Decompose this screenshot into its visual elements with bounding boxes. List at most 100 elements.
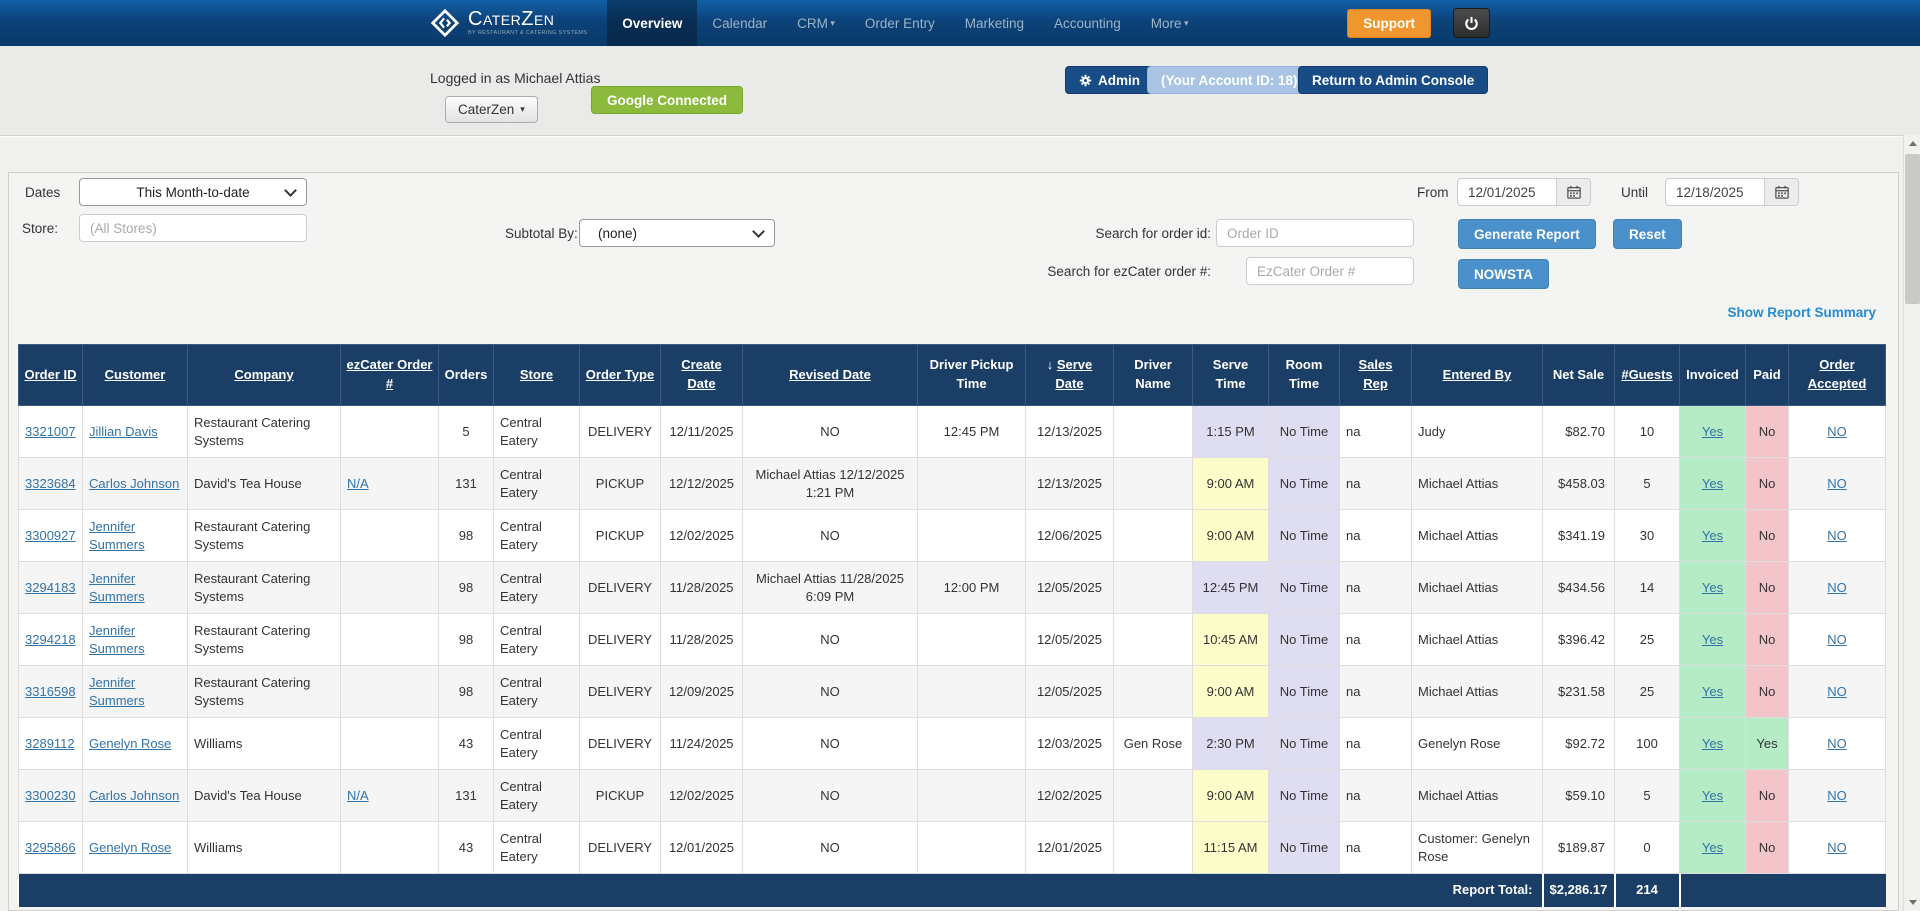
scrollbar-down-button[interactable] <box>1904 894 1920 911</box>
col-guests[interactable]: #Guests <box>1615 345 1680 406</box>
nav-item-crm[interactable]: CRM ▾ <box>782 0 850 46</box>
order-accepted-link[interactable]: NO <box>1827 736 1847 751</box>
nowsta-button[interactable]: NOWSTA <box>1458 259 1549 289</box>
until-calendar-button[interactable] <box>1765 178 1799 206</box>
scrollbar-thumb[interactable] <box>1905 154 1920 304</box>
invoiced-link[interactable]: Yes <box>1702 788 1723 803</box>
dates-label: Dates <box>25 185 60 200</box>
cell-serve-date: 12/05/2025 <box>1026 614 1114 666</box>
account-id-button[interactable]: (Your Account ID: 18) <box>1147 66 1312 94</box>
from-date-input[interactable] <box>1457 178 1557 206</box>
invoiced-link[interactable]: Yes <box>1702 736 1723 751</box>
store-input[interactable] <box>79 214 307 242</box>
cell-serve-date: 12/05/2025 <box>1026 562 1114 614</box>
customer-link[interactable]: Jillian Davis <box>89 424 158 439</box>
cell-net-sale: $59.10 <box>1543 770 1615 822</box>
col-entered-by[interactable]: Entered By <box>1412 345 1543 406</box>
order-accepted-link[interactable]: NO <box>1827 580 1847 595</box>
invoiced-link[interactable]: Yes <box>1702 684 1723 699</box>
nav-item-accounting[interactable]: Accounting <box>1039 0 1136 46</box>
order-accepted-link[interactable]: NO <box>1827 632 1847 647</box>
show-report-summary-link[interactable]: Show Report Summary <box>1727 305 1876 320</box>
invoiced-link[interactable]: Yes <box>1702 528 1723 543</box>
cell-create-date: 12/02/2025 <box>661 510 743 562</box>
reset-button[interactable]: Reset <box>1613 219 1682 249</box>
nav-item-more[interactable]: More ▾ <box>1136 0 1204 46</box>
customer-link[interactable]: Jennifer Summers <box>89 623 145 656</box>
order-id-link[interactable]: 3300927 <box>25 528 76 543</box>
col-company[interactable]: Company <box>188 345 341 406</box>
invoiced-link[interactable]: Yes <box>1702 632 1723 647</box>
col-room-time: Room Time <box>1269 345 1340 406</box>
col-create-date[interactable]: Create Date <box>661 345 743 406</box>
col-order-id[interactable]: Order ID <box>19 345 83 406</box>
order-accepted-link[interactable]: NO <box>1827 840 1847 855</box>
nav-item-overview[interactable]: Overview <box>607 0 697 46</box>
col-order-type[interactable]: Order Type <box>580 345 661 406</box>
col-label: Customer <box>105 367 166 382</box>
cell-room-time: No Time <box>1269 562 1340 614</box>
cell-driver-pickup-time: 12:00 PM <box>918 562 1026 614</box>
from-calendar-button[interactable] <box>1557 178 1591 206</box>
nav-item-calendar[interactable]: Calendar <box>697 0 782 46</box>
col-ezcater[interactable]: ezCater Order # <box>341 345 439 406</box>
ezcater-link[interactable]: N/A <box>347 788 369 803</box>
customer-link[interactable]: Carlos Johnson <box>89 788 179 803</box>
customer-link[interactable]: Jennifer Summers <box>89 519 145 552</box>
invoiced-link[interactable]: Yes <box>1702 580 1723 595</box>
order-id-link[interactable]: 3321007 <box>25 424 76 439</box>
customer-link[interactable]: Jennifer Summers <box>89 675 145 708</box>
col-order-accepted[interactable]: Order Accepted <box>1789 345 1886 406</box>
cell-store: Central Eatery <box>494 510 580 562</box>
cell-revised-date: NO <box>743 770 918 822</box>
admin-button[interactable]: Admin <box>1065 66 1154 94</box>
col-serve-date[interactable]: ↓ Serve Date <box>1026 345 1114 406</box>
order-id-link[interactable]: 3316598 <box>25 684 76 699</box>
order-accepted-link[interactable]: NO <box>1827 684 1847 699</box>
until-date-input[interactable] <box>1665 178 1765 206</box>
return-admin-console-button[interactable]: Return to Admin Console <box>1298 66 1488 94</box>
order-id-link[interactable]: 3300230 <box>25 788 76 803</box>
generate-report-button[interactable]: Generate Report <box>1458 219 1596 249</box>
order-accepted-link[interactable]: NO <box>1827 528 1847 543</box>
order-id-link[interactable]: 3323684 <box>25 476 76 491</box>
col-sales-rep[interactable]: Sales Rep <box>1340 345 1412 406</box>
order-id-link[interactable]: 3295866 <box>25 840 76 855</box>
nav-item-marketing[interactable]: Marketing <box>950 0 1039 46</box>
caterzen-logo[interactable]: CaterZen BY RESTAURANT & CATERING SYSTEM… <box>430 0 607 46</box>
order-id-link[interactable]: 3294218 <box>25 632 76 647</box>
scrollbar-up-button[interactable] <box>1904 135 1920 152</box>
support-button[interactable]: Support <box>1347 9 1431 38</box>
subtotal-by-select[interactable]: (none) <box>579 219 775 247</box>
customer-link[interactable]: Jennifer Summers <box>89 571 145 604</box>
order-accepted-link[interactable]: NO <box>1827 424 1847 439</box>
invoiced-link[interactable]: Yes <box>1702 476 1723 491</box>
account-dropdown-button[interactable]: CaterZen ▾ <box>445 96 538 123</box>
col-customer[interactable]: Customer <box>83 345 188 406</box>
nav-item-order-entry[interactable]: Order Entry <box>850 0 950 46</box>
col-label: Company <box>234 367 293 382</box>
logout-power-button[interactable] <box>1453 8 1490 38</box>
order-id-search-input[interactable] <box>1216 219 1414 247</box>
order-accepted-link[interactable]: NO <box>1827 476 1847 491</box>
order-accepted-link[interactable]: NO <box>1827 788 1847 803</box>
col-revised-date[interactable]: Revised Date <box>743 345 918 406</box>
customer-link[interactable]: Genelyn Rose <box>89 736 171 751</box>
ezcater-search-input[interactable] <box>1246 257 1414 285</box>
vertical-scrollbar[interactable] <box>1903 135 1920 911</box>
cell-store: Central Eatery <box>494 406 580 458</box>
ezcater-link[interactable]: N/A <box>347 476 369 491</box>
invoiced-link[interactable]: Yes <box>1702 424 1723 439</box>
dates-select[interactable]: This Month-to-date <box>79 178 307 206</box>
col-store[interactable]: Store <box>494 345 580 406</box>
google-connected-button[interactable]: Google Connected <box>591 86 743 114</box>
cell-order-id: 3294218 <box>19 614 83 666</box>
order-id-link[interactable]: 3289112 <box>25 736 75 751</box>
order-id-link[interactable]: 3294183 <box>25 580 76 595</box>
invoiced-link[interactable]: Yes <box>1702 840 1723 855</box>
customer-link[interactable]: Genelyn Rose <box>89 840 171 855</box>
customer-link[interactable]: Carlos Johnson <box>89 476 179 491</box>
power-icon <box>1464 16 1479 31</box>
cell-revised-date: NO <box>743 666 918 718</box>
cell-net-sale: $458.03 <box>1543 458 1615 510</box>
